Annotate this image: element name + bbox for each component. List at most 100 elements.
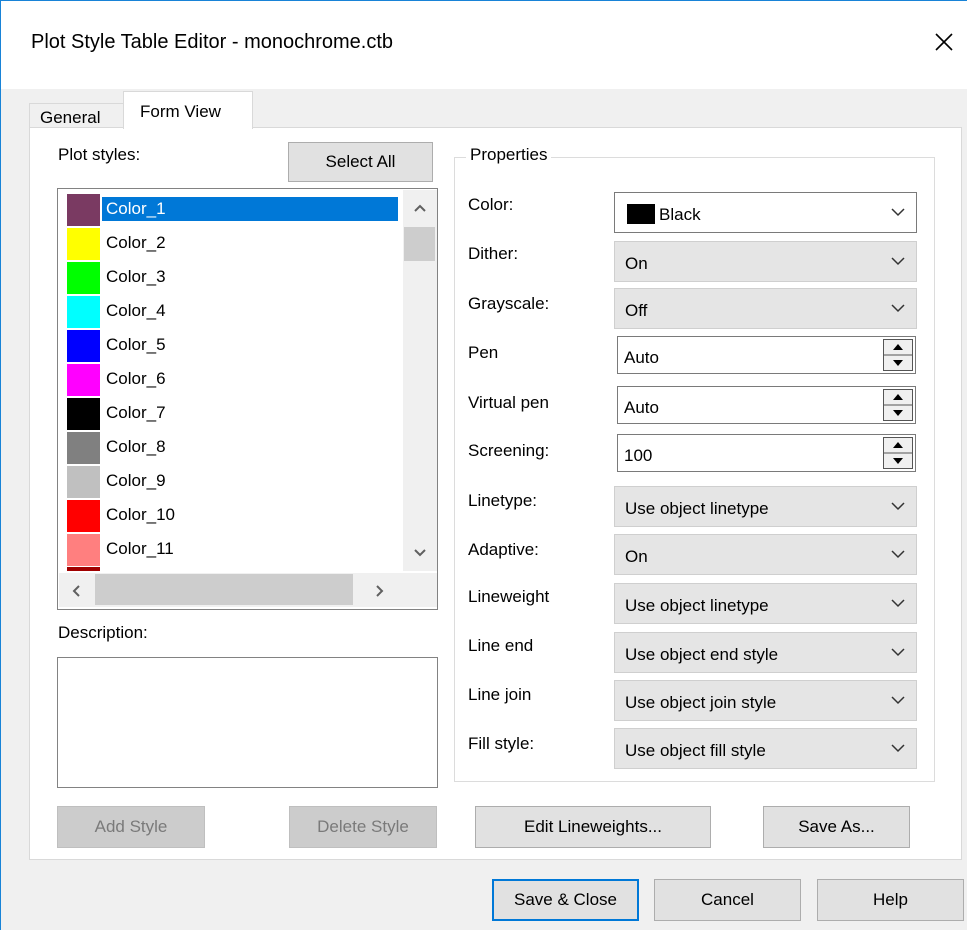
tab-form-view-label: Form View	[140, 102, 221, 121]
list-item[interactable]: Color_11	[67, 533, 402, 567]
color-swatch	[67, 364, 100, 396]
spinner-icon[interactable]	[883, 339, 913, 371]
fill-style-value: Use object fill style	[625, 741, 766, 760]
color-swatch	[67, 500, 100, 532]
description-field[interactable]	[57, 657, 438, 788]
line-end-label: Line end	[468, 636, 534, 655]
adaptive-dropdown[interactable]: On	[614, 534, 917, 575]
list-item-label: Color_1	[102, 197, 398, 221]
list-item-label: Color_8	[106, 437, 166, 456]
chevron-down-icon	[891, 550, 905, 559]
list-item[interactable]: Color_1	[67, 193, 402, 227]
list-item-label: Color_2	[106, 233, 166, 252]
color-swatch	[67, 296, 100, 328]
chevron-down-icon	[891, 257, 905, 266]
scroll-right-icon[interactable]	[375, 584, 385, 598]
virtual-pen-value: Auto	[624, 398, 659, 417]
list-item-label: Color_10	[106, 505, 175, 524]
scroll-thumb[interactable]	[404, 227, 435, 261]
edit-lineweights-button[interactable]: Edit Lineweights...	[475, 806, 711, 848]
virtual-pen-label: Virtual pen	[468, 393, 549, 412]
black-swatch	[627, 204, 655, 224]
dither-value: On	[625, 254, 648, 273]
list-item-label: Color_9	[106, 471, 166, 490]
virtual-pen-stepper[interactable]: Auto	[617, 386, 916, 424]
chevron-down-icon	[891, 599, 905, 608]
list-item[interactable]: Color_4	[67, 295, 402, 329]
chevron-down-icon	[891, 744, 905, 753]
tab-general[interactable]: General	[29, 103, 124, 128]
line-join-dropdown[interactable]: Use object join style	[614, 680, 917, 721]
list-item[interactable]: Color_6	[67, 363, 402, 397]
screening-value: 100	[624, 446, 653, 465]
close-icon[interactable]	[929, 27, 959, 57]
list-item-label: Color_5	[106, 335, 166, 354]
color-dropdown[interactable]: Black	[614, 192, 917, 233]
grayscale-label: Grayscale:	[468, 294, 550, 313]
save-close-button[interactable]: Save & Close	[492, 879, 639, 921]
fill-style-label: Fill style:	[468, 734, 535, 753]
grayscale-value: Off	[625, 301, 648, 320]
description-label: Description:	[58, 623, 148, 642]
color-swatch-partial	[67, 567, 100, 571]
pen-label: Pen	[468, 343, 499, 362]
horizontal-scrollbar[interactable]	[59, 573, 437, 607]
line-join-value: Use object join style	[625, 693, 777, 712]
grayscale-dropdown[interactable]: Off	[614, 288, 917, 329]
color-label: Color:	[468, 195, 514, 214]
list-item[interactable]: Color_2	[67, 227, 402, 261]
list-item[interactable]: Color_10	[67, 499, 402, 533]
adaptive-value: On	[625, 547, 648, 566]
chevron-down-icon	[891, 304, 905, 313]
screening-stepper[interactable]: 100	[617, 434, 916, 472]
color-swatch	[67, 398, 100, 430]
delete-style-button[interactable]: Delete Style	[289, 806, 437, 848]
add-style-button[interactable]: Add Style	[57, 806, 205, 848]
plot-style-editor-window: Plot Style Table Editor - monochrome.ctb…	[0, 0, 967, 930]
tab-form-view[interactable]: Form View	[123, 91, 253, 129]
vertical-scrollbar[interactable]	[403, 190, 437, 571]
plot-styles-list[interactable]: Color_1 Color_2 Color_3 Color_4 Color_5 …	[57, 188, 438, 610]
fill-style-dropdown[interactable]: Use object fill style	[614, 728, 917, 769]
adaptive-label: Adaptive:	[468, 540, 539, 559]
scroll-thumb-horizontal[interactable]	[95, 574, 353, 605]
color-swatch	[67, 432, 100, 464]
dither-label: Dither:	[468, 244, 519, 263]
list-item[interactable]: Color_7	[67, 397, 402, 431]
list-item[interactable]: Color_3	[67, 261, 402, 295]
linetype-dropdown[interactable]: Use object linetype	[614, 486, 917, 527]
cancel-button[interactable]: Cancel	[654, 879, 801, 921]
scroll-left-icon[interactable]	[71, 584, 81, 598]
list-item[interactable]: Color_5	[67, 329, 402, 363]
list-item-label: Color_4	[106, 301, 166, 320]
list-item-label: Color_3	[106, 267, 166, 286]
color-swatch	[67, 330, 100, 362]
pen-stepper[interactable]: Auto	[617, 336, 916, 374]
save-as-button[interactable]: Save As...	[763, 806, 910, 848]
lineweight-dropdown[interactable]: Use object linetype	[614, 583, 917, 624]
list-item[interactable]: Color_8	[67, 431, 402, 465]
line-end-value: Use object end style	[625, 645, 779, 664]
window-title: Plot Style Table Editor - monochrome.ctb	[31, 31, 394, 53]
scroll-up-icon[interactable]	[413, 203, 427, 213]
spinner-icon[interactable]	[883, 437, 913, 469]
lineweight-value: Use object linetype	[625, 596, 769, 615]
title-bar: Plot Style Table Editor - monochrome.ctb	[1, 1, 967, 89]
color-swatch	[67, 534, 100, 566]
chevron-down-icon	[891, 208, 905, 217]
color-value: Black	[659, 205, 701, 224]
dither-dropdown[interactable]: On	[614, 241, 917, 282]
list-item-label: Color_7	[106, 403, 166, 422]
screening-label: Screening:	[468, 441, 550, 460]
chevron-down-icon	[891, 696, 905, 705]
select-all-button[interactable]: Select All	[288, 142, 433, 182]
line-end-dropdown[interactable]: Use object end style	[614, 632, 917, 673]
help-button[interactable]: Help	[817, 879, 964, 921]
chevron-down-icon	[891, 648, 905, 657]
list-item-label: Color_11	[106, 539, 174, 558]
scroll-down-icon[interactable]	[413, 548, 427, 558]
list-item[interactable]: Color_9	[67, 465, 402, 499]
linetype-label: Linetype:	[468, 491, 537, 510]
spinner-icon[interactable]	[883, 389, 913, 421]
tab-general-label: General	[40, 108, 101, 127]
